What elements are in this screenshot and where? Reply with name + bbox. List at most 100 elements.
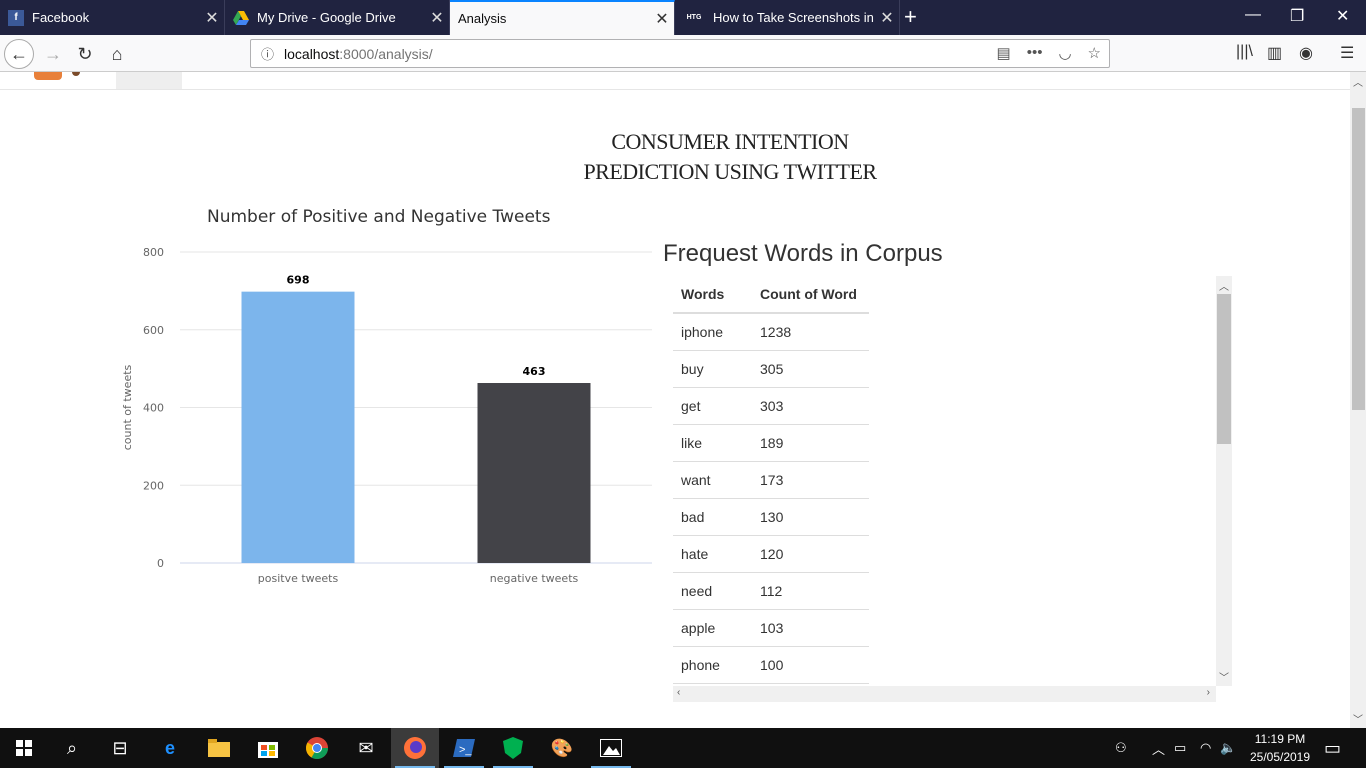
- word-cell: buy: [673, 350, 752, 388]
- word-cell: hate: [673, 535, 752, 573]
- library-icon[interactable]: |||\: [1236, 43, 1253, 61]
- close-icon[interactable]: ✕: [875, 8, 899, 28]
- window-close-icon[interactable]: ✕: [1336, 6, 1349, 26]
- defender-icon[interactable]: [489, 728, 537, 768]
- close-icon[interactable]: ✕: [425, 8, 449, 28]
- url-host: localhost: [284, 45, 340, 62]
- firefox-icon[interactable]: [391, 728, 439, 768]
- word-table-container: Words Count of Word iphone 1238 buy 305 get 3…: [673, 276, 1232, 706]
- url-bar[interactable]: ⓘ localhost:8000/analysis/ ▤ ••• ◡ ☆: [250, 39, 1110, 68]
- minimize-icon[interactable]: —: [1245, 6, 1261, 24]
- powershell-icon[interactable]: >_: [440, 728, 488, 768]
- search-icon[interactable]: ⌕: [48, 728, 96, 768]
- tab-facebook[interactable]: f Facebook ✕: [0, 0, 225, 35]
- word-cell: iphone: [673, 313, 752, 351]
- y-tick-label: 200: [143, 479, 164, 492]
- y-axis-label: count of tweets: [121, 364, 134, 450]
- tab-analysis[interactable]: Analysis ✕: [450, 0, 675, 35]
- paint-icon[interactable]: 🎨: [538, 728, 586, 768]
- word-cell: want: [673, 461, 752, 499]
- header-words[interactable]: Words: [673, 276, 752, 314]
- scroll-down-icon[interactable]: ﹀: [1219, 669, 1229, 684]
- file-explorer-icon[interactable]: [195, 728, 243, 768]
- chevron-up-icon[interactable]: ︿: [1152, 728, 1165, 768]
- account-icon[interactable]: ◉: [1299, 43, 1313, 63]
- mail-icon[interactable]: ✉: [342, 728, 390, 768]
- count-cell: 103: [752, 609, 869, 647]
- volume-icon[interactable]: 🔈: [1220, 728, 1236, 768]
- close-icon[interactable]: ✕: [200, 8, 224, 28]
- url-path: :8000/analysis/: [339, 45, 433, 62]
- page-title-line1: CONSUMER INTENTION: [611, 129, 849, 154]
- tab-title: Facebook: [32, 10, 90, 25]
- scrollbar-thumb[interactable]: [1217, 294, 1231, 444]
- table-row: apple 103: [673, 609, 869, 647]
- table-horizontal-scrollbar[interactable]: ‹ ›: [673, 686, 1216, 702]
- table-row: get 303: [673, 387, 869, 425]
- scroll-up-icon[interactable]: ︿: [1219, 278, 1229, 293]
- table-row: want 173: [673, 461, 869, 499]
- bookmark-star-icon[interactable]: ☆: [1088, 44, 1101, 62]
- info-icon[interactable]: ⓘ: [261, 44, 274, 63]
- tab-htg[interactable]: HTG How to Take Screenshots in Wi ✕: [675, 0, 900, 35]
- tab-google-drive[interactable]: My Drive - Google Drive ✕: [225, 0, 450, 35]
- reload-icon[interactable]: ↻: [70, 39, 100, 69]
- start-icon[interactable]: [0, 728, 48, 768]
- table-row: bad 130: [673, 498, 869, 536]
- scroll-right-icon[interactable]: ›: [1207, 687, 1210, 698]
- table-row: need 112: [673, 572, 869, 610]
- table-body: iphone 1238 buy 305 get 303 like 189 want 173 bad 1…: [673, 313, 869, 684]
- table-row: iphone 1238: [673, 313, 869, 351]
- close-icon[interactable]: ✕: [650, 9, 674, 29]
- tab-title: How to Take Screenshots in Wi: [713, 10, 875, 25]
- new-tab-icon[interactable]: +: [904, 4, 917, 30]
- reader-view-icon[interactable]: ▤: [997, 44, 1011, 62]
- scroll-up-icon[interactable]: ︿: [1353, 74, 1363, 89]
- scroll-left-icon[interactable]: ‹: [677, 687, 680, 698]
- x-tick-label: negative tweets: [490, 572, 579, 585]
- word-cell: phone: [673, 646, 752, 684]
- notifications-icon[interactable]: ▭: [1324, 728, 1341, 768]
- chrome-icon[interactable]: [293, 728, 341, 768]
- words-title: Frequest Words in Corpus: [663, 240, 943, 267]
- y-tick-label: 600: [143, 324, 164, 337]
- nav-tab[interactable]: [116, 72, 182, 89]
- people-icon[interactable]: ⚇: [1115, 728, 1127, 768]
- word-cell: get: [673, 387, 752, 425]
- pocket-icon[interactable]: ◡: [1058, 44, 1071, 62]
- page-title: CONSUMER INTENTION PREDICTION USING TWIT…: [0, 127, 1350, 187]
- page-actions-icon[interactable]: •••: [1027, 44, 1043, 62]
- count-cell: 112: [752, 572, 869, 610]
- word-cell: bad: [673, 498, 752, 536]
- count-cell: 305: [752, 350, 869, 388]
- sidebar-icon[interactable]: ▥: [1267, 43, 1282, 63]
- menu-icon[interactable]: ☰: [1340, 43, 1354, 63]
- bar: [477, 383, 591, 563]
- table-row: like 189: [673, 424, 869, 462]
- clock-time: 11:19 PM: [1254, 732, 1306, 746]
- page-scrollbar[interactable]: ︿ ﹀: [1350, 72, 1366, 728]
- header-count[interactable]: Count of Word: [752, 276, 869, 314]
- battery-icon[interactable]: ▭: [1174, 728, 1186, 768]
- photos-icon[interactable]: [587, 728, 635, 768]
- restore-icon[interactable]: ❐: [1290, 6, 1304, 26]
- wifi-icon[interactable]: ◠: [1200, 728, 1211, 768]
- tab-title: My Drive - Google Drive: [257, 10, 396, 25]
- tab-title: Analysis: [458, 11, 507, 26]
- edge-icon[interactable]: e: [146, 728, 194, 768]
- count-cell: 100: [752, 646, 869, 684]
- scroll-down-icon[interactable]: ﹀: [1353, 711, 1363, 726]
- task-view-icon[interactable]: ⊟: [96, 728, 144, 768]
- scrollbar-thumb[interactable]: [1352, 108, 1365, 410]
- x-tick-label: positve tweets: [258, 572, 339, 585]
- home-icon[interactable]: ⌂: [102, 39, 132, 69]
- clock[interactable]: 11:19 PM 25/05/2019: [1240, 730, 1320, 766]
- data-label: 698: [287, 274, 310, 287]
- table-vertical-scrollbar[interactable]: ︿ ﹀: [1216, 276, 1232, 686]
- avatar-icon: [72, 72, 80, 76]
- forward-icon[interactable]: →: [38, 39, 68, 69]
- logo-icon[interactable]: [34, 72, 62, 80]
- word-cell: need: [673, 572, 752, 610]
- store-icon[interactable]: [244, 728, 292, 768]
- back-icon[interactable]: ←: [4, 39, 34, 69]
